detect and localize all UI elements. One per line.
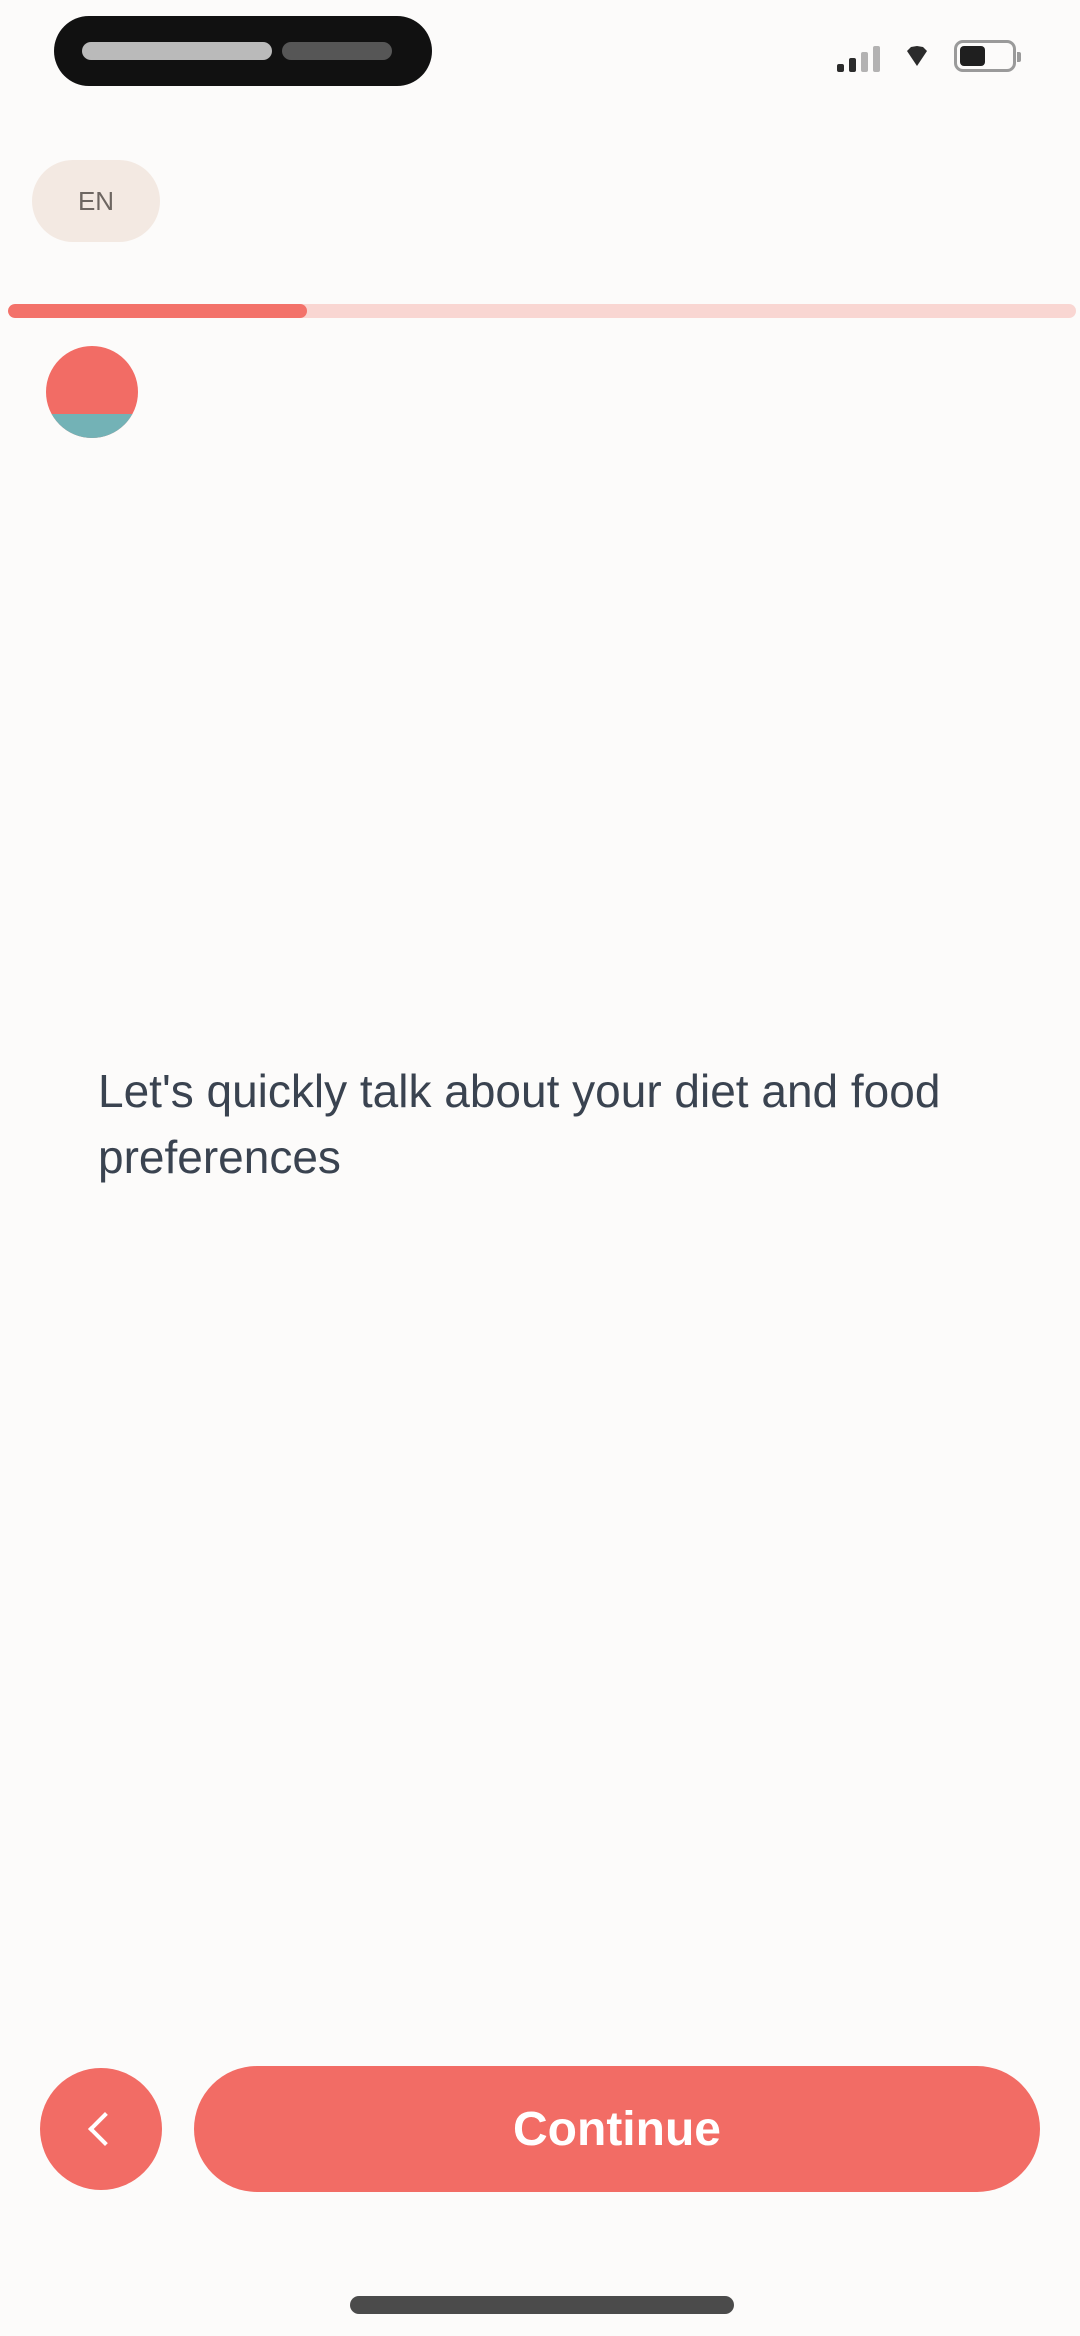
chevron-left-icon (88, 2112, 122, 2146)
continue-button[interactable]: Continue (194, 2066, 1040, 2192)
signal-icon (837, 42, 880, 72)
back-button[interactable] (40, 2068, 162, 2190)
recording-text-placeholder (282, 42, 392, 60)
battery-level-fill (960, 46, 985, 66)
wifi-icon (902, 42, 932, 72)
battery-icon (954, 40, 1021, 72)
onboarding-screen: EN Let's quickly talk about your diet an… (0, 0, 1080, 2336)
coach-avatar (46, 346, 138, 438)
home-indicator[interactable] (350, 2296, 734, 2314)
progress-bar-fill (8, 304, 308, 318)
coach-message: Let's quickly talk about your diet and f… (98, 1065, 941, 1183)
progress-bar (8, 304, 1076, 318)
status-icons (837, 40, 1021, 72)
recording-text-placeholder (82, 42, 272, 60)
language-chip[interactable]: EN (32, 160, 160, 242)
screen-recording-indicator (54, 16, 432, 86)
